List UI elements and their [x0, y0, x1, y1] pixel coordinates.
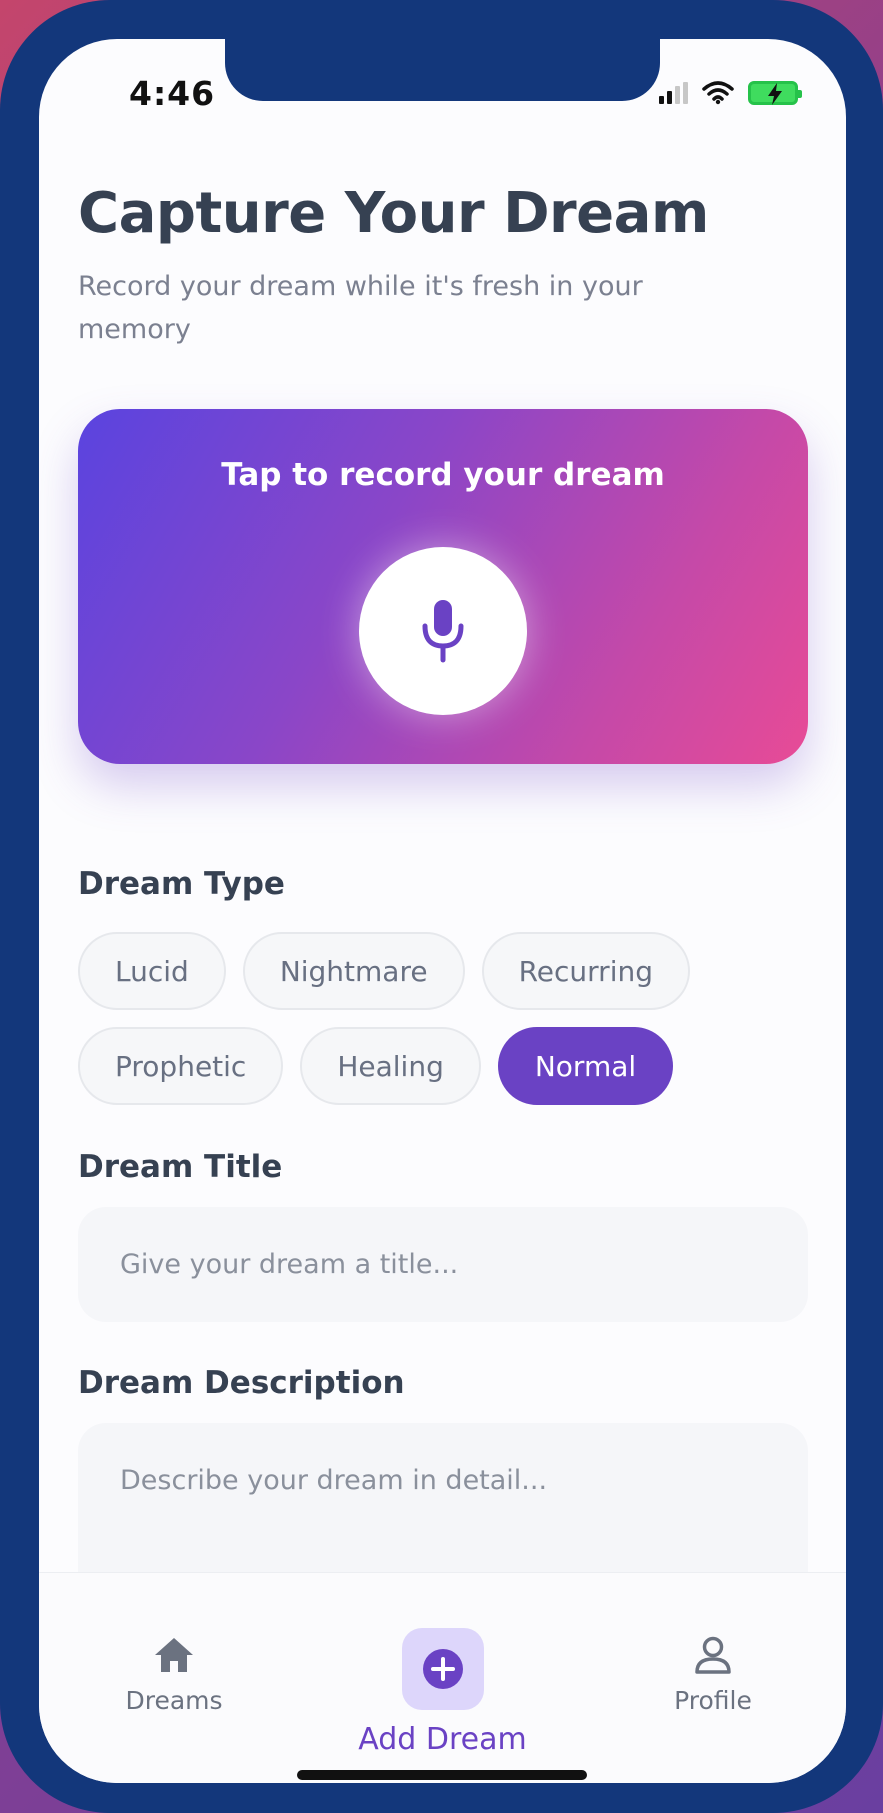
nav-dreams-label: Dreams — [125, 1686, 223, 1715]
chip-normal-selected[interactable]: Normal — [497, 1027, 674, 1105]
home-indicator[interactable] — [297, 1770, 587, 1780]
app-screen: 4:46 Capture Your Dream Record your drea… — [39, 39, 846, 1783]
dream-title-input[interactable]: Give your dream a title... — [78, 1207, 808, 1322]
nav-dreams[interactable]: Dreams — [119, 1636, 229, 1715]
status-time: 4:46 — [129, 74, 216, 113]
nav-profile[interactable]: Profile — [663, 1636, 763, 1715]
page-subtitle: Record your dream while it's fresh in yo… — [78, 271, 643, 345]
chip-nightmare[interactable]: Nightmare — [242, 932, 465, 1010]
nav-add-dream[interactable]: Add Dream — [349, 1628, 536, 1757]
user-icon — [695, 1636, 731, 1674]
device-notch — [225, 39, 660, 101]
chip-lucid[interactable]: Lucid — [78, 932, 226, 1010]
wifi-icon — [702, 81, 734, 105]
dream-type-chips-row-1: Lucid Nightmare Recurring — [78, 932, 690, 1010]
chip-healing[interactable]: Healing — [300, 1027, 481, 1105]
battery-icon — [748, 81, 802, 105]
cellular-signal-icon — [659, 82, 688, 104]
nav-add-dream-label: Add Dream — [358, 1722, 527, 1757]
plus-circle-icon — [422, 1649, 463, 1689]
add-dream-icon-bg — [401, 1628, 484, 1710]
charging-bolt-icon — [768, 83, 782, 105]
record-button[interactable] — [359, 547, 527, 715]
dream-description-label: Dream Description — [78, 1365, 405, 1401]
dream-type-label: Dream Type — [78, 866, 285, 902]
phone-frame: 4:46 Capture Your Dream Record your drea… — [0, 0, 883, 1813]
record-label: Tap to record your dream — [221, 457, 665, 493]
nav-profile-label: Profile — [674, 1686, 752, 1715]
bottom-navigation: Dreams Add Dream Profile — [39, 1572, 846, 1783]
page-title: Capture Your Dream — [78, 181, 709, 246]
home-icon — [155, 1638, 193, 1672]
status-icons — [659, 81, 802, 105]
chip-recurring[interactable]: Recurring — [481, 932, 690, 1010]
microphone-icon — [422, 600, 464, 663]
chip-prophetic[interactable]: Prophetic — [78, 1027, 284, 1105]
dream-type-chips-row-2: Prophetic Healing Normal — [78, 1027, 674, 1105]
dream-title-label: Dream Title — [78, 1149, 283, 1185]
